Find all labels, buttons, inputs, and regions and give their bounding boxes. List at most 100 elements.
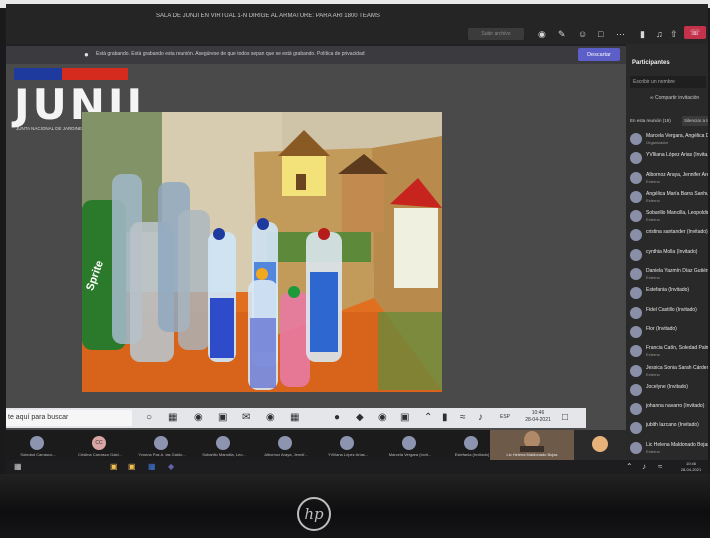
participant-name: Lic Helena Maldonado Bojas...: [646, 441, 708, 448]
video-feed: [490, 430, 574, 452]
more-options-icon[interactable]: ⋯: [616, 30, 625, 39]
participant-avatar: [630, 210, 642, 223]
battery-icon[interactable]: ▮: [442, 412, 448, 424]
tile-avatar: [154, 436, 168, 450]
participant-name: Flor (Invitado): [646, 325, 677, 332]
tile-avatar: [278, 436, 292, 450]
participant-avatar: [630, 345, 642, 358]
tile-avatar: [340, 436, 354, 450]
link-icon: ∞: [650, 95, 654, 101]
participant-row[interactable]: Jocelyne (Invitado): [626, 381, 708, 400]
tile-avatar: [402, 436, 416, 450]
mute-all-button[interactable]: Silenciar a todos: [682, 116, 708, 126]
app-icon[interactable]: ▣: [400, 412, 409, 424]
participant-row[interactable]: Angélica María Barra Sanhuez...Externo: [626, 188, 708, 207]
upload-button[interactable]: Subir archivo: [468, 28, 524, 40]
participant-row[interactable]: Flor (Invitado): [626, 323, 708, 342]
task-view-icon[interactable]: ▦: [168, 412, 177, 424]
host-taskbar: ▦ ▣ ▣ ▦ ◆ ⌃ ♪ ≈ 10:46 28-04-2021: [6, 460, 708, 474]
host-files-icon[interactable]: ▣: [128, 462, 136, 472]
reactions-icon[interactable]: ☺: [578, 30, 587, 39]
monitor-chin: [0, 474, 710, 538]
participant-name: Fidel Castillo (Invitado): [646, 306, 697, 313]
host-folder-icon[interactable]: ▣: [110, 462, 118, 472]
leave-button[interactable]: ☏: [684, 26, 706, 39]
participant-name: Daniela Yazmín Díaz Gutiérrez: [646, 268, 708, 275]
chat-icon[interactable]: ✎: [558, 30, 566, 39]
tile-avatar: [464, 436, 478, 450]
self-tile[interactable]: [574, 430, 626, 460]
participant-row[interactable]: Lic Helena Maldonado Bojas... Externo: [626, 439, 708, 458]
participant-row[interactable]: Marcela Vergara, Angélica De...Organizad…: [626, 130, 708, 149]
presenter-time: 10:46: [531, 410, 545, 416]
host-volume-icon[interactable]: ♪: [642, 462, 646, 472]
participant-row[interactable]: YVIliana López Arias (Invita...: [626, 149, 708, 168]
microphone-icon[interactable]: ♫: [656, 30, 663, 39]
participant-avatar: [630, 441, 642, 454]
notifications-icon[interactable]: □: [562, 412, 568, 424]
participant-tile[interactable]: Sobarillo Mancilla, Leo...: [192, 430, 256, 460]
powerpoint-icon[interactable]: ●: [334, 412, 340, 424]
bottles-photo-illustration: Sprite: [82, 112, 442, 392]
participant-tile[interactable]: Soledad Carrasco...: [6, 430, 70, 460]
teams-icon[interactable]: ◆: [356, 412, 364, 424]
share-invite-label: Compartir invitación: [654, 95, 700, 101]
tile-name: Cristina Carrasco Gald...: [78, 452, 122, 457]
share-screen-icon[interactable]: □: [598, 30, 603, 39]
host-wifi-icon[interactable]: ≈: [658, 462, 662, 472]
search-icon[interactable]: ○: [146, 412, 152, 424]
host-tray-icon[interactable]: ⌃: [626, 462, 633, 472]
participant-list: Marcela Vergara, Angélica De...Organizad…: [626, 130, 708, 474]
chrome-icon[interactable]: ◉: [378, 412, 387, 424]
video-tile[interactable]: Lic Helena Maldonado Bojas: [490, 430, 574, 460]
participant-tile[interactable]: CC Cristina Carrasco Gald...: [68, 430, 132, 460]
participant-row[interactable]: johanna navarro (Invitado): [626, 400, 708, 419]
participant-row[interactable]: Daniela Yazmín Díaz Gutiérrez Externo: [626, 265, 708, 284]
invite-name-input[interactable]: Escribir un nombre: [630, 76, 706, 88]
participant-row[interactable]: Estefania (Invitado): [626, 284, 708, 303]
participant-tile[interactable]: Marcela Vergara (Invit...: [378, 430, 442, 460]
tile-avatar: [216, 436, 230, 450]
browser-icon[interactable]: ◉: [266, 412, 275, 424]
share-icon[interactable]: ⇧: [670, 30, 678, 39]
in-meeting-header[interactable]: En esta reunión (19): [630, 118, 671, 123]
host-start-icon[interactable]: ▦: [14, 462, 22, 472]
share-invite-link[interactable]: ∞ Compartir invitación: [650, 95, 699, 101]
participant-tile[interactable]: YVIliana López Arias...: [316, 430, 380, 460]
participant-avatar: [630, 306, 642, 319]
wifi-icon[interactable]: ≈: [460, 412, 466, 424]
store-icon[interactable]: ▣: [218, 412, 227, 424]
participant-tile[interactable]: Albornoz Araya, Jennif...: [254, 430, 318, 460]
participant-tile[interactable]: Yvonna Paz A. las Galdo...: [130, 430, 194, 460]
mail-icon[interactable]: ✉: [242, 412, 250, 424]
participant-name: Francia Catín, Soledad Palma: [646, 345, 708, 352]
edge-icon[interactable]: ◉: [194, 412, 203, 424]
participant-row[interactable]: jubith lazcano (Invitado): [626, 419, 708, 438]
participant-row[interactable]: Francia Catín, Soledad Palma Externo: [626, 342, 708, 361]
participant-row[interactable]: Albornoz Araya, Jennifer Arel... Externo: [626, 169, 708, 188]
presenter-search-box[interactable]: te aquí para buscar: [6, 410, 132, 426]
participant-row[interactable]: cynthia Molla (Invitado): [626, 246, 708, 265]
participant-avatar: [630, 171, 642, 184]
word-icon[interactable]: ▦: [290, 412, 299, 424]
participant-row[interactable]: Sobarillo Mancilla, Leopoldina...Externo: [626, 207, 708, 226]
participant-row[interactable]: Jessica Sonia Sarah Cárdenas...Externo: [626, 362, 708, 381]
participants-panel: Participantes Escribir un nombre ∞ Compa…: [626, 44, 708, 474]
volume-icon[interactable]: ♪: [478, 412, 483, 424]
tile-avatar: [30, 436, 44, 450]
recording-banner: ● Está grabando. Está grabando esta reun…: [6, 46, 626, 64]
dismiss-button[interactable]: Descartar: [578, 48, 620, 61]
participant-name: Angélica María Barra Sanhuez...: [646, 190, 708, 197]
host-word-icon[interactable]: ▦: [148, 462, 156, 472]
participant-role: Externo: [646, 448, 660, 454]
participant-avatar: [630, 325, 642, 338]
tray-chevron-icon[interactable]: ⌃: [424, 412, 432, 424]
participant-role: Externo: [646, 217, 660, 223]
host-teams-icon[interactable]: ◆: [168, 462, 174, 472]
participant-row[interactable]: Fidel Castillo (Invitado): [626, 304, 708, 323]
participant-row[interactable]: cristina santander (Invitado): [626, 226, 708, 245]
video-icon[interactable]: ▮: [640, 30, 645, 39]
participant-avatar: [630, 287, 642, 300]
participant-name: Albornoz Araya, Jennifer Arel...: [646, 171, 708, 178]
camera-icon[interactable]: ◉: [538, 30, 546, 39]
